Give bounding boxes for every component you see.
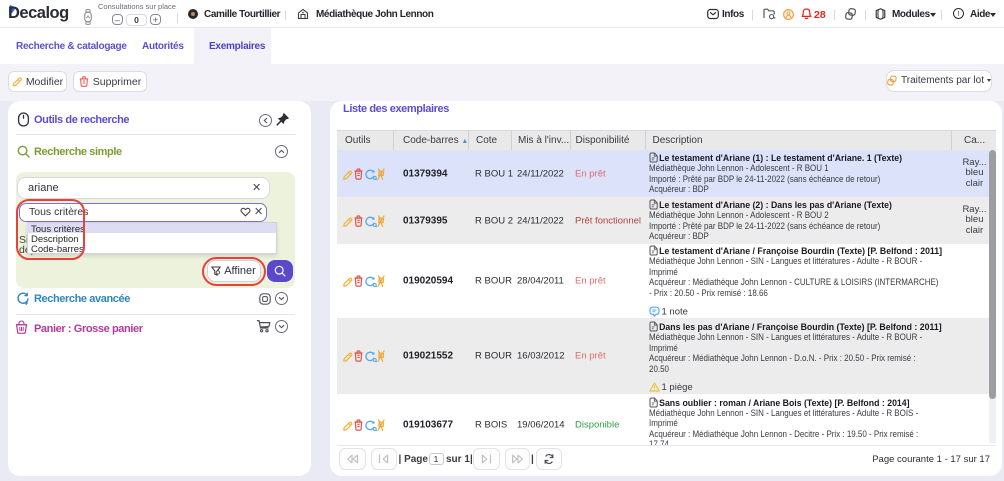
svg-text:Decalog: Decalog [8,4,69,22]
